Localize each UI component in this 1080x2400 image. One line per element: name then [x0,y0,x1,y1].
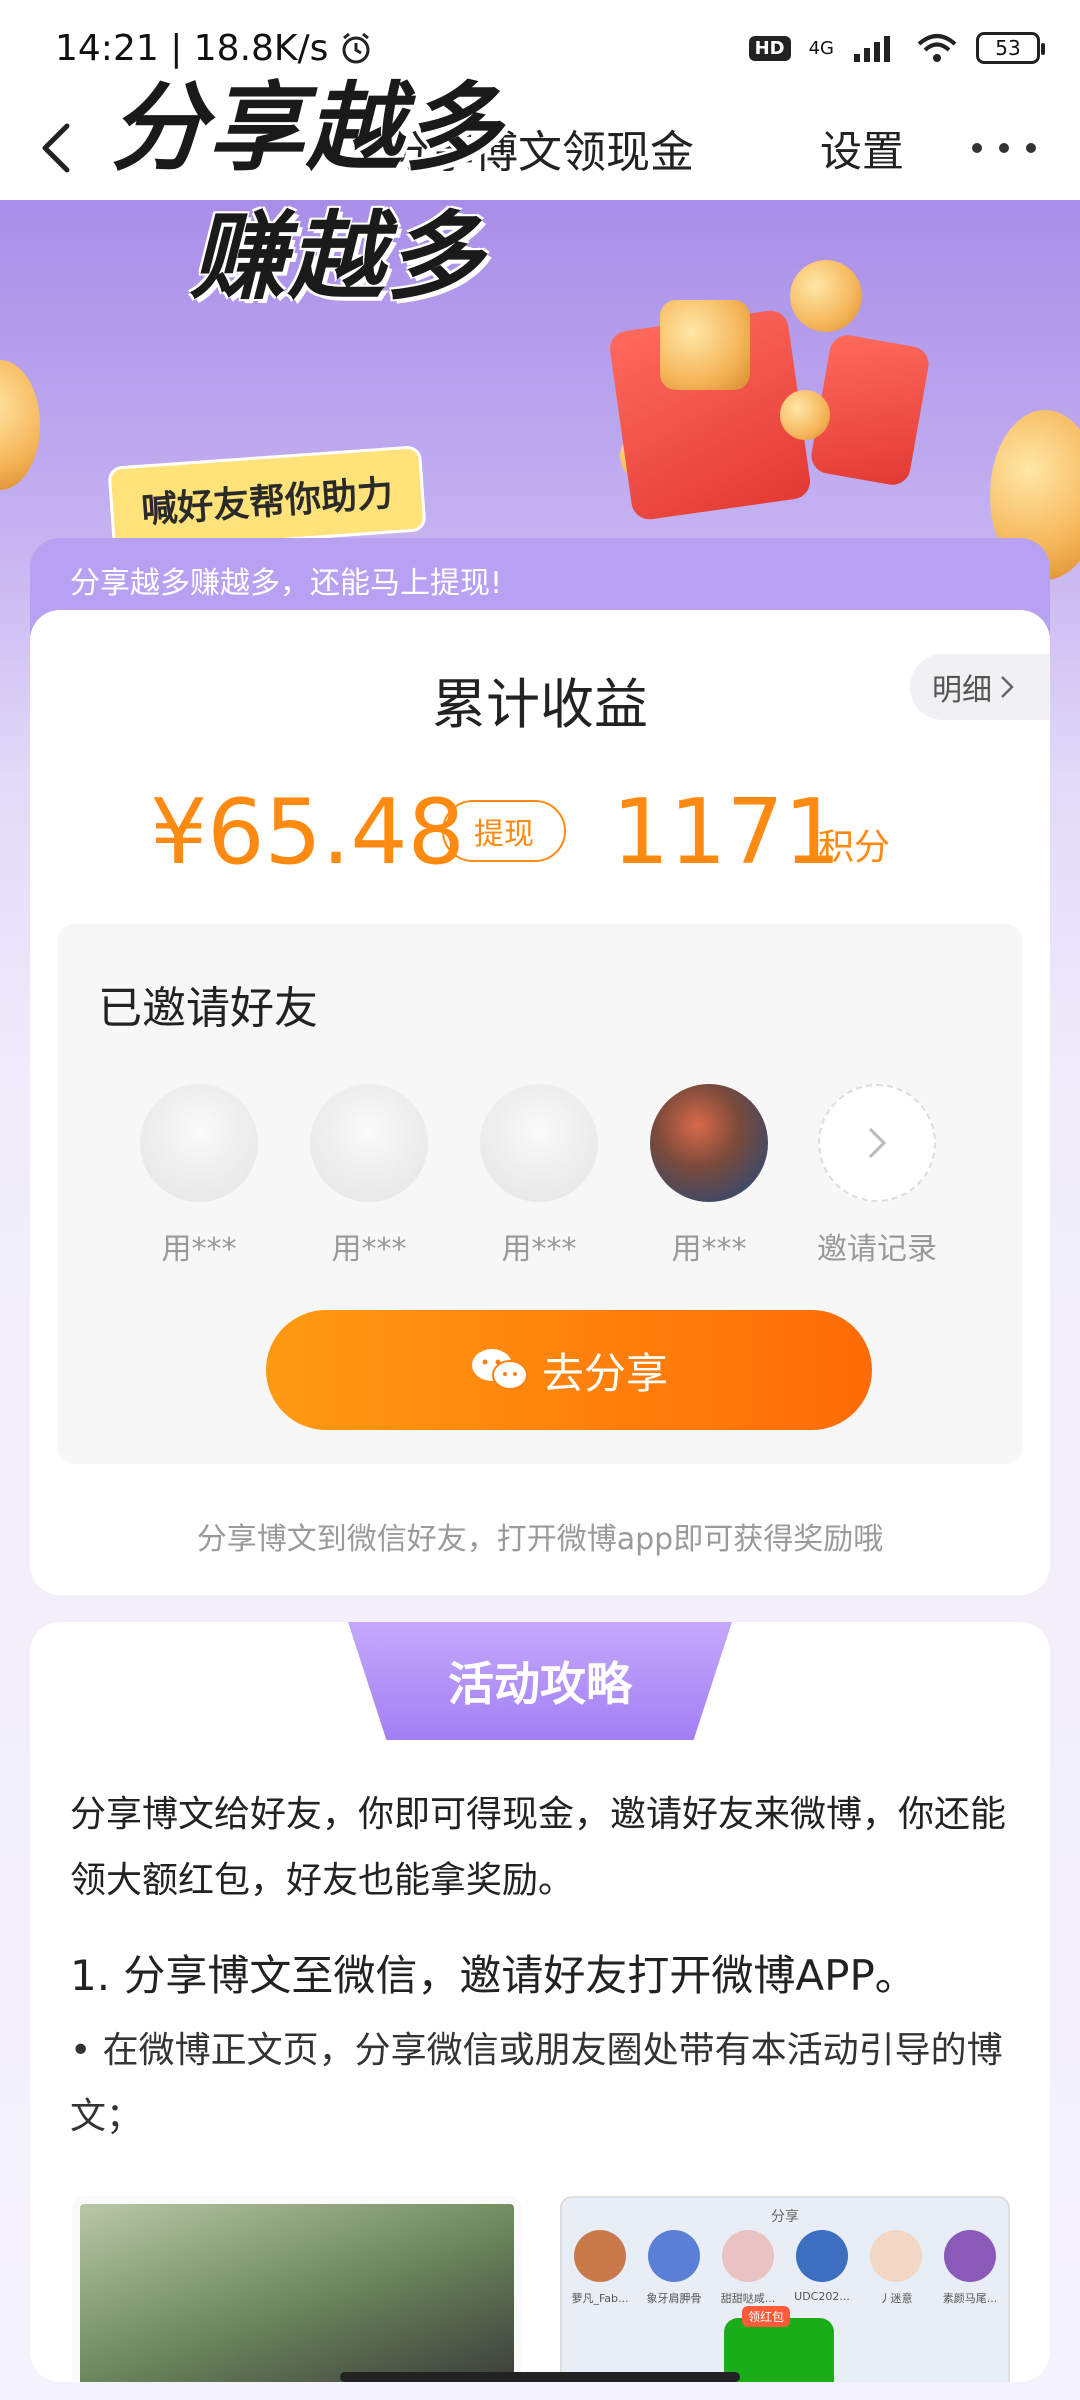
guide-intro: 分享博文给好友，你即可得现金，邀请好友来微博，你还能领大额红包，好友也能拿奖励。 [70,1794,1007,1901]
guide-card: 活动攻略 分享博文给好友，你即可得现金，邀请好友来微博，你还能领大额红包，好友也… [30,1622,1050,2382]
chevron-right-icon [868,1127,887,1159]
battery-icon: 53 [976,32,1045,64]
coin-decoration [790,260,862,332]
withdraw-button[interactable]: 提现 [442,800,566,862]
example-name: 甜甜哒咸... [720,2292,776,2305]
example-name: 素颜马尾... [942,2292,998,2305]
coin-decoration [780,390,830,440]
example-wechat-tile: 领红包 [724,2306,834,2382]
chevron-right-icon [1001,676,1014,698]
guide-tab: 活动攻略 [348,1622,732,1740]
settings-button[interactable]: 设置 [820,118,904,179]
points-unit: 积分 [818,827,891,868]
invite-record-label: 邀请记录 [817,1232,937,1267]
coin-decoration [0,360,40,490]
more-button[interactable] [972,132,1036,164]
detail-button[interactable]: 明细 [910,654,1050,720]
friend-name: 用*** [161,1232,237,1267]
banner-headline-1: 分享越多 [110,72,502,184]
avatar [722,2230,774,2282]
wifi-icon [917,34,957,62]
dot-icon [999,143,1009,153]
invited-friends-panel: 已邀请好友 用*** 用*** 用*** 用*** 邀请记录 去分享 [58,924,1022,1464]
share-note: 分享博文到微信好友，打开微博app即可获得奖励哦 [196,1522,884,1557]
friend-name: 用*** [671,1232,747,1267]
points-amount: 1171 [612,780,842,885]
dot-icon [972,143,982,153]
example-name: 象牙肩胛骨 [646,2292,702,2305]
card-header-text: 分享越多赚越多，还能马上提现! [70,566,503,601]
example-screenshot-right: 分享 萝凡_Fab... 象牙肩胛骨 甜甜哒咸... UDC202... 丿迷意… [560,2196,1010,2382]
avatar[interactable] [650,1084,768,1202]
example-screenshot-left [72,2196,522,2382]
avatar[interactable] [310,1084,428,1202]
banner-title: 分享越多 赚越多 [110,50,502,318]
guide-step-1: 1. 分享博文至微信，邀请好友打开微博APP。 [70,1951,917,2000]
detail-label: 明细 [932,673,992,708]
example-red-tag: 领红包 [742,2306,791,2327]
avatar [574,2230,626,2282]
friend-name: 用*** [331,1232,407,1267]
coin-decoration [660,300,750,390]
example-share-label: 分享 [771,2209,799,2225]
share-label: 去分享 [541,1348,668,1398]
home-indicator[interactable] [340,2372,740,2382]
money-amount: ¥65.48 [150,780,465,885]
signal-icon [854,36,890,62]
example-name: UDC202... [794,2290,850,2303]
avatar [870,2230,922,2282]
example-name: 萝凡_Fab... [571,2292,629,2305]
earnings-title: 累计收益 [432,673,648,736]
avatar [944,2230,996,2282]
friend-name: 用*** [501,1232,577,1267]
avatar[interactable] [140,1084,258,1202]
avatar [796,2230,848,2282]
share-button[interactable]: 去分享 [266,1310,872,1430]
wechat-icon [471,1349,528,1390]
invite-record-button[interactable] [818,1084,936,1202]
dot-icon [1026,143,1036,153]
status-right: HD 4G 53 [748,32,1045,64]
example-name: 丿迷意 [879,2292,913,2305]
avatar [648,2230,700,2282]
invited-friends-title: 已邀请好友 [98,983,318,1034]
network-label: 4G [808,37,834,59]
earnings-card: 累计收益 明细 ¥65.48 提现 1171 积分 已邀请好友 用*** 用**… [30,610,1050,1595]
banner-headline-2: 赚越多 [190,201,484,313]
avatar[interactable] [480,1084,598,1202]
guide-bullet-1: • 在微博正文页，分享微信或朋友圈处带有本活动引导的博文； [70,2030,1003,2137]
hd-badge: HD [748,35,791,61]
